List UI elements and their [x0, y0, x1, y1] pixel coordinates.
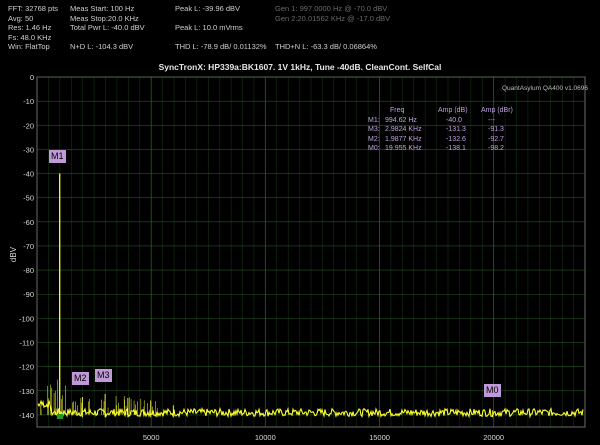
y-tick-label: -90: [23, 290, 34, 299]
col-freq-header: Freq: [390, 107, 405, 114]
marker-id: M3:: [368, 126, 380, 133]
y-tick-label: -80: [23, 266, 34, 275]
col-amp-dbr-header: Amp (dBr): [481, 107, 513, 114]
y-tick-label: -110: [20, 339, 34, 348]
y-tick-label: -10: [23, 97, 34, 106]
marker-amp-db: -40.0: [446, 116, 462, 124]
y-tick-label: -30: [23, 145, 34, 154]
marker-amp-db: -138.1: [446, 145, 466, 152]
x-tick-label: 10000: [255, 433, 276, 442]
y-tick-label: -140: [19, 411, 34, 420]
marker-amp-dbr: -98.2: [488, 145, 504, 152]
spectrum-plot[interactable]: 0 -10 -20 -30 -40 -50 -60 -70 -80 -90 -100 -110 -120…: [0, 0, 600, 445]
marker-amp-db: -131.3: [446, 126, 466, 133]
marker-freq: 1.9877 KHz: [385, 135, 422, 143]
spectrum-trace: [37, 173, 584, 419]
noise-floor-trace: [37, 399, 584, 419]
marker-label-m3[interactable]: M3: [95, 369, 112, 382]
marker-freq: 2.9824 KHz: [385, 126, 422, 133]
marker-amp-dbr: ---: [488, 116, 495, 124]
marker-amp-dbr: -91.3: [488, 126, 504, 133]
y-tick-label: -50: [23, 194, 34, 203]
marker-label-m2[interactable]: M2: [72, 372, 89, 385]
marker-label-m1[interactable]: M1: [49, 150, 66, 163]
y-tick-label: -120: [19, 363, 34, 372]
fundamental-marker-square: [57, 414, 63, 419]
software-version: QuantAsylum QA400 v1.0696: [502, 85, 588, 92]
marker-amp-dbr: -92.7: [488, 135, 504, 143]
y-tick-label: -70: [23, 242, 34, 251]
x-tick-label: 5000: [143, 433, 160, 442]
y-tick-label: -40: [23, 170, 34, 179]
marker-id: M2:: [368, 135, 380, 143]
y-tick-label: -20: [23, 121, 34, 130]
marker-id: M0:: [368, 145, 380, 152]
marker-freq: 994.62 Hz: [385, 116, 417, 124]
y-axis-label: dBV: [9, 246, 19, 263]
x-tick-label: 15000: [369, 433, 390, 442]
col-amp-db-header: Amp (dB): [438, 107, 468, 114]
y-tick-label: -100: [19, 314, 34, 323]
y-tick-label: 0: [30, 73, 34, 82]
marker-freq: 19.955 KHz: [385, 145, 422, 152]
marker-label-m0[interactable]: M0: [484, 384, 501, 397]
marker-amp-db: -132.6: [446, 135, 466, 143]
marker-id: M1:: [368, 116, 380, 124]
x-tick-label: 20000: [483, 433, 504, 442]
y-tick-label: -130: [19, 387, 34, 396]
y-tick-label: -60: [23, 218, 34, 227]
plot-ticks: 0 -10 -20 -30 -40 -50 -60 -70 -80 -90 -100 -110 -120…: [19, 73, 504, 442]
